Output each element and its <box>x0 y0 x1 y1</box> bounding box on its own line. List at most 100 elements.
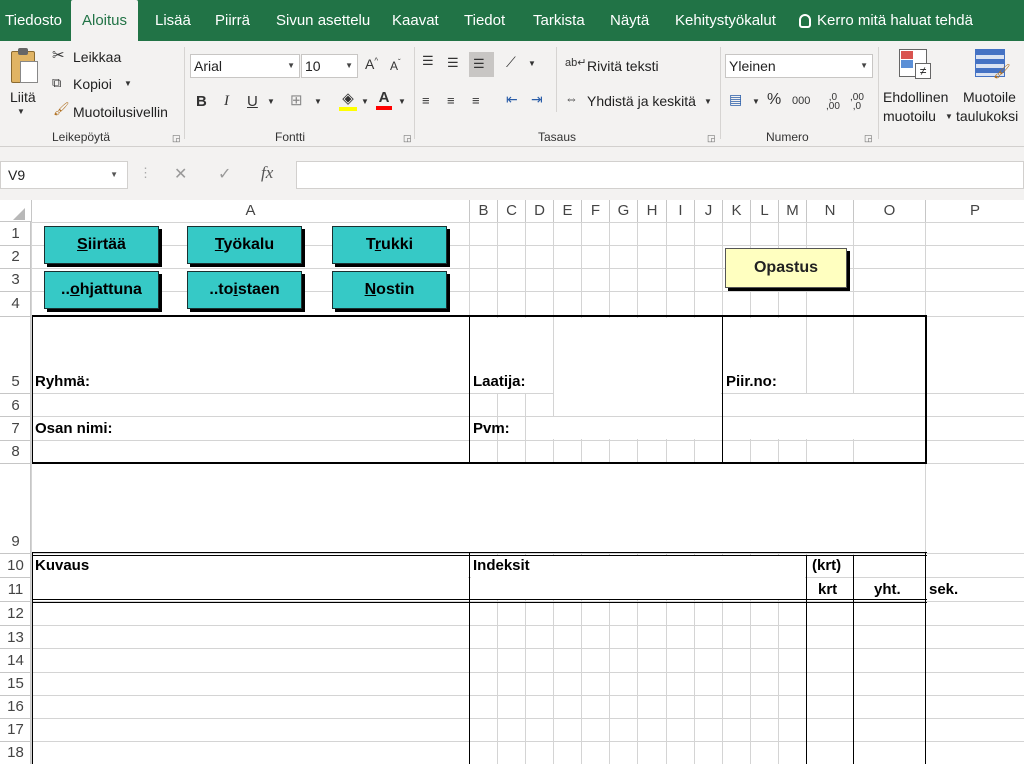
row-header-4[interactable]: 4 <box>0 295 31 312</box>
column-header-f[interactable]: F <box>582 200 609 222</box>
column-header-n[interactable]: N <box>807 200 853 222</box>
column-o-body[interactable] <box>855 602 924 764</box>
merge-dropdown-icon[interactable]: ▼ <box>704 97 712 106</box>
tab-developer[interactable]: Kehitystyökalut <box>675 0 776 41</box>
align-top-icon[interactable]: ☰ <box>422 53 434 69</box>
row-header-13[interactable]: 13 <box>0 629 31 646</box>
clipboard-launcher-icon[interactable]: ◲ <box>172 133 181 144</box>
align-center-icon[interactable]: ≡ <box>447 93 455 108</box>
merged-cell-pvm-value[interactable] <box>527 417 721 439</box>
row-header-3[interactable]: 3 <box>0 271 31 288</box>
number-format-combo[interactable]: Yleinen ▼ <box>725 54 873 78</box>
align-bottom-button[interactable]: ☰ <box>469 52 494 77</box>
number-launcher-icon[interactable]: ◲ <box>864 133 873 144</box>
decrease-indent-icon[interactable]: ⇤ <box>506 91 518 108</box>
row-header-8[interactable]: 8 <box>0 443 31 460</box>
tab-insert[interactable]: Lisää <box>155 0 191 41</box>
italic-button[interactable]: I <box>224 93 229 110</box>
align-right-icon[interactable]: ≡ <box>472 93 480 108</box>
select-all-icon[interactable] <box>13 208 25 220</box>
increase-decimal-icon[interactable]: ,0,00 <box>826 93 840 112</box>
borders-dropdown-icon[interactable]: ▼ <box>314 97 322 106</box>
copy-dropdown-icon[interactable]: ▼ <box>124 79 132 88</box>
thousands-button[interactable]: 000 <box>792 95 810 107</box>
format-as-table-button[interactable]: Muotoile <box>963 89 1016 105</box>
currency-icon[interactable]: ▤ <box>729 91 742 108</box>
align-left-icon[interactable]: ≡ <box>422 93 430 108</box>
column-header-e[interactable]: E <box>554 200 581 222</box>
align-middle-icon[interactable]: ☰ <box>447 55 459 71</box>
cancel-icon[interactable]: ✕ <box>174 164 187 184</box>
orientation-icon[interactable]: ⟋ <box>506 54 516 71</box>
row-header-9[interactable]: 9 <box>0 533 31 550</box>
siirtaa-button[interactable]: Siirtää <box>44 226 159 264</box>
column-header-k[interactable]: K <box>723 200 750 222</box>
conditional-formatting-icon[interactable]: ≠ <box>899 49 933 83</box>
row-header-14[interactable]: 14 <box>0 652 31 669</box>
underline-dropdown-icon[interactable]: ▼ <box>267 97 275 106</box>
row-header-11[interactable]: 11 <box>0 581 31 598</box>
row-header-5[interactable]: 5 <box>0 373 31 390</box>
row-header-12[interactable]: 12 <box>0 605 31 622</box>
font-name-combo[interactable]: Arial ▼ <box>190 54 300 78</box>
font-launcher-icon[interactable]: ◲ <box>403 133 412 144</box>
row-header-16[interactable]: 16 <box>0 698 31 715</box>
font-size-combo[interactable]: 10 ▼ <box>301 54 358 78</box>
toistaen-button[interactable]: ..toistaen <box>187 271 302 309</box>
tab-data[interactable]: Tiedot <box>464 0 505 41</box>
row-header-18[interactable]: 18 <box>0 744 31 761</box>
copy-button[interactable]: Kopioi <box>73 76 112 92</box>
tab-review[interactable]: Tarkista <box>533 0 585 41</box>
row-header-7[interactable]: 7 <box>0 420 31 437</box>
font-color-icon[interactable]: A <box>376 89 392 110</box>
merge-center-button[interactable]: Yhdistä ja keskitä <box>587 93 696 109</box>
ohjattuna-button[interactable]: ..ohjattuna <box>44 271 159 309</box>
row-header-17[interactable]: 17 <box>0 721 31 738</box>
borders-icon[interactable]: ⊞ <box>290 91 303 109</box>
column-header-l[interactable]: L <box>751 200 778 222</box>
paste-dropdown-icon[interactable]: ▼ <box>17 107 25 116</box>
increase-indent-icon[interactable]: ⇥ <box>531 91 543 108</box>
tab-draw[interactable]: Piirrä <box>215 0 250 41</box>
worksheet-grid[interactable]: A B C D E F G H I J K L M N O P 1 2 3 4 … <box>0 200 1024 764</box>
nostin-button[interactable]: Nostin <box>332 271 447 309</box>
fill-color-icon[interactable]: ◈ <box>339 89 357 111</box>
column-header-d[interactable]: D <box>526 200 553 222</box>
format-as-table-icon[interactable]: 🖌 <box>975 49 1011 83</box>
font-color-dropdown-icon[interactable]: ▼ <box>398 97 406 106</box>
tab-home[interactable]: Aloitus <box>71 0 139 41</box>
tab-file[interactable]: Tiedosto <box>5 0 62 41</box>
opastus-button[interactable]: Opastus <box>725 248 847 288</box>
column-header-i[interactable]: I <box>667 200 694 222</box>
wrap-text-button[interactable]: Rivitä teksti <box>587 58 659 74</box>
column-n-body[interactable] <box>808 602 852 764</box>
alignment-launcher-icon[interactable]: ◲ <box>707 133 716 144</box>
tab-page-layout[interactable]: Sivun asettelu <box>276 0 370 41</box>
name-box[interactable]: V9 ▼ <box>0 161 128 189</box>
conditional-dropdown-icon[interactable]: ▼ <box>945 112 953 121</box>
row-header-2[interactable]: 2 <box>0 248 31 265</box>
column-header-h[interactable]: H <box>638 200 666 222</box>
percent-button[interactable]: % <box>767 91 781 109</box>
column-header-g[interactable]: G <box>610 200 637 222</box>
decrease-decimal-icon[interactable]: ,00,0 <box>850 93 864 112</box>
column-header-a[interactable]: A <box>32 200 469 222</box>
underline-button[interactable]: U <box>247 93 258 110</box>
fill-color-dropdown-icon[interactable]: ▼ <box>361 97 369 106</box>
merged-cell-laatija-value[interactable] <box>554 318 721 416</box>
paste-button[interactable]: Liitä <box>10 89 36 105</box>
insert-function-icon[interactable]: fx <box>261 163 273 183</box>
paste-icon[interactable] <box>9 47 39 85</box>
orientation-dropdown-icon[interactable]: ▼ <box>528 59 536 68</box>
row-header-10[interactable]: 10 <box>0 557 31 574</box>
merged-cell-kuvaus-body[interactable] <box>33 602 468 764</box>
column-header-p[interactable]: P <box>926 200 1024 222</box>
increase-font-icon[interactable]: A^ <box>365 56 378 72</box>
format-painter-button[interactable]: Muotoilusivellin <box>73 104 168 120</box>
confirm-icon[interactable]: ✓ <box>218 164 231 184</box>
row-header-15[interactable]: 15 <box>0 675 31 692</box>
column-header-m[interactable]: M <box>779 200 806 222</box>
cut-button[interactable]: Leikkaa <box>73 49 121 65</box>
conditional-formatting-button[interactable]: Ehdollinen <box>883 89 948 105</box>
column-header-j[interactable]: J <box>695 200 722 222</box>
